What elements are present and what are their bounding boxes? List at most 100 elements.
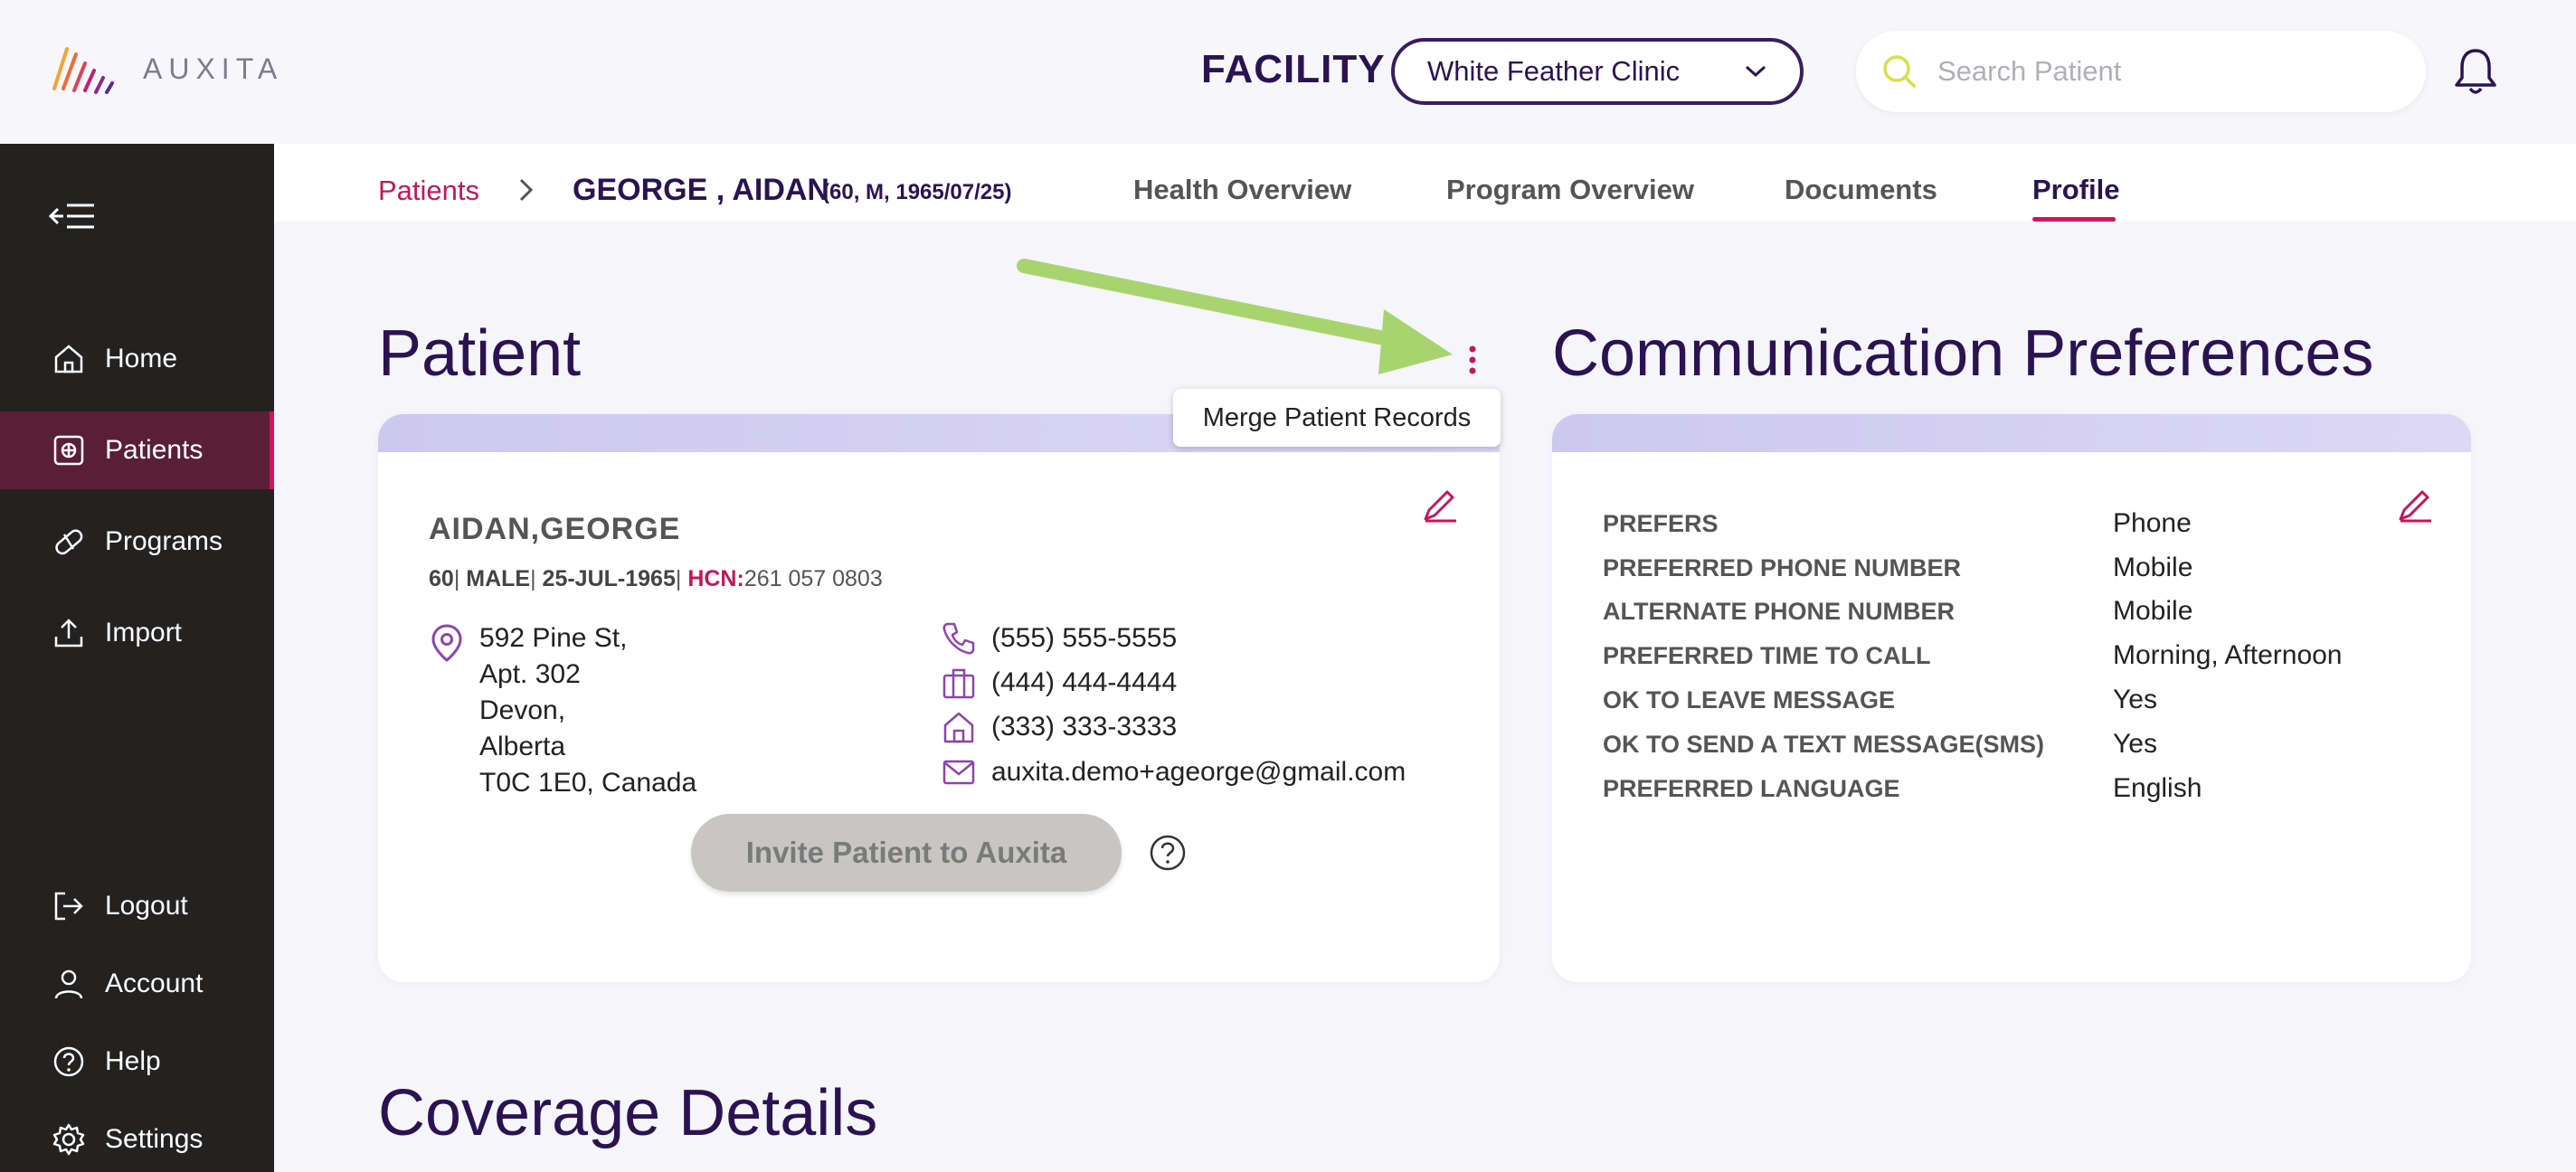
work-phone-value: (444) 444-4444 — [991, 667, 1178, 697]
pref-row: ALTERNATE PHONE NUMBER Mobile — [1603, 591, 2471, 634]
sidebar-item-label: Programs — [105, 526, 223, 556]
sidebar-item-settings[interactable]: Settings — [0, 1101, 274, 1172]
facility-label: FACILITY — [1201, 47, 1386, 91]
pref-value: Yes — [2113, 685, 2157, 714]
sidebar: Home Patients Programs Import Logout Acc… — [0, 144, 274, 1172]
pref-label: ALTERNATE PHONE NUMBER — [1603, 598, 1955, 625]
address-line: Devon, — [479, 695, 566, 725]
sidebar-item-label: Patients — [105, 435, 204, 465]
card-header-band — [1552, 414, 2471, 452]
patient-section-title: Patient — [378, 317, 582, 390]
hcn-label: HCN: — [687, 566, 744, 591]
collapse-menu-icon[interactable] — [49, 200, 96, 232]
sidebar-item-patients[interactable]: Patients — [0, 411, 274, 489]
pref-value: Morning, Afternoon — [2113, 640, 2343, 670]
search-box[interactable] — [1856, 31, 2426, 112]
active-tab-indicator — [2032, 217, 2116, 222]
pref-row: PREFERRED LANGUAGE English — [1603, 768, 2471, 811]
address-line: Alberta — [479, 732, 566, 761]
sidebar-item-account[interactable]: Account — [0, 945, 274, 1023]
pref-row: OK TO SEND A TEXT MESSAGE(SMS) Yes — [1603, 723, 2471, 767]
home-icon — [54, 345, 83, 373]
address-line: 592 Pine St, — [479, 623, 628, 653]
user-icon — [54, 969, 83, 999]
pref-label: OK TO LEAVE MESSAGE — [1603, 686, 1896, 714]
logout-icon — [54, 892, 83, 921]
pref-value: Yes — [2113, 729, 2157, 759]
address-line: T0C 1E0, Canada — [479, 768, 697, 798]
work-phone-row: (444) 444-4444 — [941, 661, 1177, 704]
tab-documents[interactable]: Documents — [1785, 174, 1937, 206]
envelope-icon — [942, 760, 975, 785]
merge-patient-records-menu-item[interactable]: Merge Patient Records — [1173, 389, 1501, 447]
patient-tabs-bar: Patients GEORGE , AIDAN (60, M, 1965/07/… — [274, 144, 2576, 222]
pref-label: PREFERRED LANGUAGE — [1603, 775, 1900, 802]
sidebar-item-import[interactable]: Import — [0, 594, 274, 672]
mobile-phone-row: (555) 555-5555 — [941, 617, 1177, 660]
coverage-section-title: Coverage Details — [378, 1077, 878, 1149]
breadcrumb-patients-link[interactable]: Patients — [378, 175, 479, 207]
patients-icon — [53, 435, 84, 466]
pill-icon — [55, 529, 83, 555]
auxita-logo-icon — [52, 47, 114, 94]
search-icon — [1883, 55, 1916, 88]
tab-profile[interactable]: Profile — [2032, 174, 2119, 206]
pref-value: Mobile — [2113, 596, 2193, 626]
sidebar-item-programs[interactable]: Programs — [0, 503, 274, 581]
question-circle-icon[interactable] — [1149, 834, 1187, 872]
green-arrow-annotation — [1017, 259, 1453, 374]
patient-age: 60 — [429, 566, 454, 591]
patient-card: AIDAN,GEORGE 60| MALE| 25-JUL-1965| HCN:… — [378, 414, 1500, 982]
search-input[interactable] — [1937, 55, 2372, 88]
brand-name: AUXITA — [143, 52, 284, 85]
tab-program-overview[interactable]: Program Overview — [1446, 174, 1694, 206]
sidebar-item-label: Import — [105, 618, 183, 647]
sidebar-item-logout[interactable]: Logout — [0, 867, 274, 945]
patient-address: 592 Pine St, Apt. 302 Devon, Alberta T0C… — [479, 620, 696, 801]
logo[interactable]: AUXITA — [51, 42, 283, 96]
pref-label: OK TO SEND A TEXT MESSAGE(SMS) — [1603, 731, 2045, 758]
house-icon — [943, 712, 974, 743]
patient-dob: 25-JUL-1965 — [542, 566, 676, 591]
more-options-icon[interactable] — [1462, 344, 1483, 380]
edit-patient-icon[interactable] — [1420, 485, 1460, 525]
sidebar-item-home[interactable]: Home — [0, 320, 274, 398]
facility-select[interactable]: White Feather Clinic — [1391, 38, 1804, 105]
patient-sex: MALE — [466, 566, 531, 591]
help-icon — [53, 1046, 84, 1077]
chevron-down-icon — [1745, 65, 1766, 78]
pref-row: PREFERRED TIME TO CALL Morning, Afternoo… — [1603, 635, 2471, 678]
facility-value: White Feather Clinic — [1427, 55, 1681, 87]
tab-health-overview[interactable]: Health Overview — [1133, 174, 1351, 206]
email-row: auxita.demo+ageorge@gmail.com — [941, 751, 1406, 794]
chevron-right-icon — [519, 178, 534, 202]
sidebar-item-label: Home — [105, 344, 178, 373]
patient-full-name: AIDAN,GEORGE — [429, 512, 681, 546]
pref-label: PREFERRED PHONE NUMBER — [1603, 554, 1962, 581]
patient-name-header: GEORGE , AIDAN — [573, 173, 829, 207]
upload-icon — [54, 619, 83, 647]
gear-icon — [52, 1123, 85, 1156]
patient-meta: 60| MALE| 25-JUL-1965| HCN:261 057 0803 — [429, 566, 883, 591]
phone-icon — [942, 622, 975, 655]
sidebar-item-label: Settings — [105, 1124, 204, 1154]
pref-row: OK TO LEAVE MESSAGE Yes — [1603, 679, 2471, 723]
pref-row: PREFERRED PHONE NUMBER Mobile — [1603, 547, 2471, 591]
home-phone-value: (333) 333-3333 — [991, 712, 1178, 742]
sidebar-item-help[interactable]: Help — [0, 1023, 274, 1101]
communication-section-title: Communication Preferences — [1552, 317, 2374, 390]
invite-patient-button[interactable]: Invite Patient to Auxita — [691, 814, 1122, 892]
pref-value: English — [2113, 773, 2202, 803]
patient-hcn: 261 057 0803 — [743, 566, 883, 591]
address-line: Apt. 302 — [479, 659, 581, 689]
email-value: auxita.demo+ageorge@gmail.com — [991, 757, 1406, 787]
pref-value: Phone — [2113, 508, 2192, 538]
patient-demographics-header: (60, M, 1965/07/25) — [822, 180, 1012, 204]
pref-label: PREFERS — [1603, 510, 1719, 537]
sidebar-item-label: Help — [105, 1046, 161, 1076]
briefcase-icon — [942, 668, 975, 699]
bell-icon[interactable] — [2451, 45, 2500, 98]
sidebar-item-label: Logout — [105, 891, 188, 921]
pref-label: PREFERRED TIME TO CALL — [1603, 642, 1931, 669]
mobile-phone-value: (555) 555-5555 — [991, 623, 1178, 653]
